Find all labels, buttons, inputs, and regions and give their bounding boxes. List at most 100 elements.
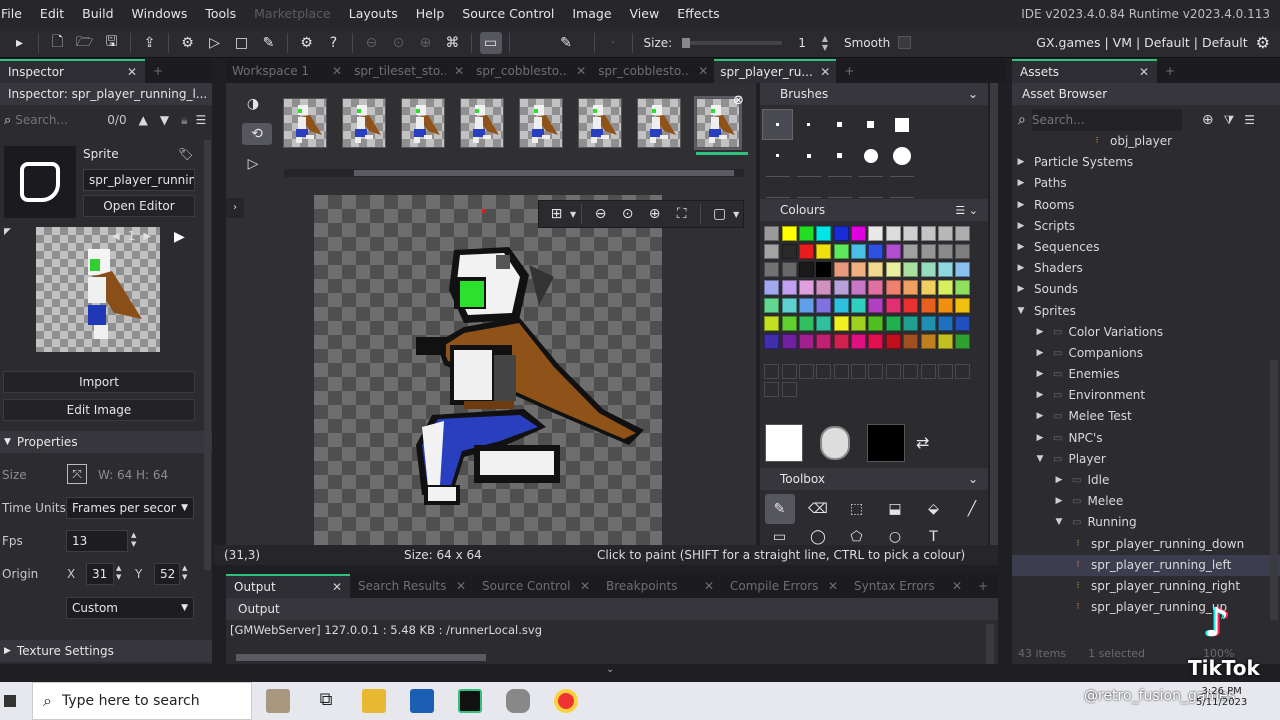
lock-icon[interactable]: 🔒︎ — [181, 113, 187, 128]
empty-swatch[interactable] — [955, 364, 971, 379]
empty-swatch[interactable] — [920, 364, 936, 379]
colour-swatch[interactable] — [764, 316, 780, 331]
ellipse-tool-icon[interactable]: ◯ — [803, 529, 833, 545]
colour-swatch[interactable] — [851, 226, 867, 241]
sprite-file-icon[interactable]: ⁝ — [1071, 597, 1085, 618]
menu-build[interactable]: Build — [73, 0, 122, 28]
colour-swatch[interactable] — [764, 226, 780, 241]
colour-swatch[interactable] — [885, 262, 901, 277]
colour-swatch[interactable] — [920, 244, 936, 259]
dropdown-icon[interactable]: ▼ — [570, 210, 576, 219]
expand-right-icon[interactable]: ▶ — [1033, 364, 1047, 385]
expand-right-icon[interactable]: ▶ — [1014, 279, 1028, 300]
zoom-reset-icon[interactable]: ⊙ — [388, 32, 410, 54]
add-tab-icon[interactable]: + — [1157, 59, 1183, 83]
save-icon[interactable]: 🖫 — [101, 32, 123, 54]
colour-swatch[interactable] — [798, 298, 814, 313]
colour-swatch[interactable] — [868, 244, 884, 259]
colour-swatch[interactable] — [868, 298, 884, 313]
pencil-icon[interactable]: ✎ — [555, 32, 577, 54]
brush-option[interactable] — [855, 109, 886, 140]
primary-colour[interactable] — [765, 424, 803, 462]
colour-swatch[interactable] — [798, 226, 814, 241]
dropdown-icon[interactable]: ▼ — [733, 210, 739, 219]
close-icon[interactable]: ✕ — [820, 62, 830, 82]
empty-swatch[interactable] — [764, 364, 780, 379]
close-icon[interactable]: ✕ — [576, 59, 586, 83]
toolbox-header[interactable]: Toolbox ⌄ — [760, 468, 988, 490]
swap-colours-icon[interactable]: ⇄ — [916, 433, 929, 452]
asset-tree-item[interactable]: ⁝ spr_player_running_right — [1012, 576, 1280, 597]
close-strip-icon[interactable]: ⊗ — [733, 93, 744, 108]
colour-swatch[interactable] — [781, 280, 797, 295]
colour-swatch[interactable] — [798, 334, 814, 349]
tools-scrollbar[interactable] — [990, 83, 998, 545]
tab-inspector[interactable]: Inspector ✕ — [0, 59, 145, 83]
close-icon[interactable]: ✕ — [698, 59, 708, 83]
colour-swatch[interactable] — [816, 316, 832, 331]
colour-swatch[interactable] — [937, 262, 953, 277]
brush-option[interactable] — [855, 140, 886, 171]
open-project-icon[interactable]: 🗁 — [74, 32, 96, 54]
brush-option[interactable] — [855, 171, 886, 202]
origin-x-field[interactable]: 31 — [86, 563, 114, 585]
expand-right-icon[interactable]: ▶ — [1033, 428, 1047, 449]
colour-swatch[interactable] — [764, 334, 780, 349]
colour-swatch[interactable] — [885, 226, 901, 241]
workspace-tab[interactable]: spr_tileset_sto... ✕ — [348, 59, 470, 83]
expand-right-icon[interactable]: ▶ — [1014, 195, 1028, 216]
origin-x-stepper[interactable]: ▲ ▼ — [116, 564, 121, 582]
output-tab[interactable]: Source Control ✕ — [474, 574, 598, 598]
colour-swatch[interactable] — [764, 244, 780, 259]
sprite-file-icon[interactable]: ⁝ — [1071, 555, 1085, 576]
app-icon[interactable] — [506, 689, 530, 713]
colour-swatch[interactable] — [798, 244, 814, 259]
expand-right-icon[interactable]: ▶ — [1014, 173, 1028, 194]
colour-swatch[interactable] — [816, 226, 832, 241]
colour-swatch[interactable] — [798, 280, 814, 295]
colour-swatch[interactable] — [955, 244, 971, 259]
menu-icon[interactable]: ☰ — [1244, 113, 1255, 127]
size-value[interactable]: 1 — [798, 36, 806, 50]
target-settings-icon[interactable]: ⚙ — [1256, 28, 1270, 58]
expand-output-icon[interactable]: ⌄ — [606, 664, 614, 675]
asset-tree-item[interactable]: ▶ ▭ Melee Test — [1012, 406, 1280, 427]
expand-right-icon[interactable]: ▶ — [1014, 237, 1028, 258]
eraser-tool-icon[interactable]: ⌫ — [803, 494, 833, 524]
asset-tree-item[interactable]: ▶ ▭ Idle — [1012, 470, 1280, 491]
colour-swatch[interactable] — [833, 226, 849, 241]
frame-thumbnail[interactable] — [283, 98, 327, 148]
close-icon[interactable]: ✕ — [1139, 62, 1149, 82]
expand-down-icon[interactable]: ▼ — [1052, 512, 1066, 533]
close-icon[interactable]: ✕ — [704, 574, 714, 598]
chevron-up-icon[interactable]: ▲ — [139, 113, 148, 127]
asset-tree-item[interactable]: ▶ ▭ Companions — [1012, 343, 1280, 364]
import-button[interactable]: Import — [3, 371, 195, 393]
colour-swatch[interactable] — [903, 244, 919, 259]
text-tool-icon[interactable]: T — [919, 529, 949, 545]
gamepad-icon[interactable]: ⌘ — [442, 32, 464, 54]
empty-swatch[interactable] — [781, 382, 797, 397]
asset-tree-item[interactable]: ▼ Sprites — [1012, 301, 1280, 322]
colour-swatch[interactable] — [868, 316, 884, 331]
colour-swatch[interactable] — [937, 244, 953, 259]
colour-swatch[interactable] — [920, 262, 936, 277]
chrome-icon[interactable] — [554, 689, 578, 713]
brush-option[interactable] — [793, 140, 824, 171]
asset-tree-item[interactable]: ▶ ▭ Environment — [1012, 385, 1280, 406]
brush-option[interactable] — [793, 109, 824, 140]
colour-swatch[interactable] — [868, 226, 884, 241]
expand-right-icon[interactable]: ▶ — [1014, 216, 1028, 237]
asset-tree-item[interactable]: ▶ Shaders — [1012, 258, 1280, 279]
asset-tree-item[interactable]: ▶ ▭ Enemies — [1012, 364, 1280, 385]
package-icon[interactable]: ⇪ — [139, 32, 161, 54]
play-animation-icon[interactable]: ▷ — [242, 153, 264, 175]
task-view-icon[interactable]: ⧉ — [314, 689, 338, 713]
frame-thumbnail[interactable] — [578, 98, 622, 148]
output-tab[interactable]: Syntax Errors ✕ — [846, 574, 970, 598]
colour-swatch[interactable] — [955, 334, 971, 349]
clean-icon[interactable]: ✎ — [258, 32, 280, 54]
fill-tool-icon[interactable]: ⬙ — [919, 494, 949, 524]
empty-swatch[interactable] — [781, 364, 797, 379]
colour-swatch[interactable] — [903, 334, 919, 349]
